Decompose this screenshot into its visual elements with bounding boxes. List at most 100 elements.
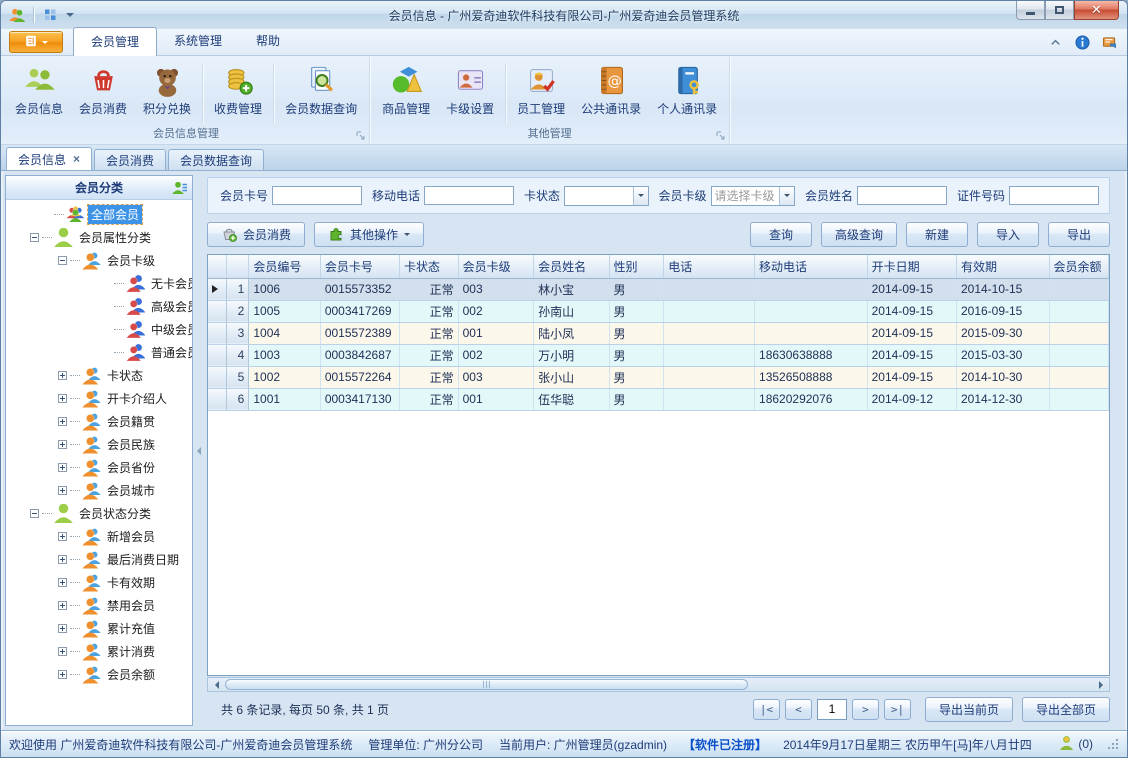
panel-splitter[interactable]: [193, 175, 201, 726]
member-name-input[interactable]: [856, 186, 947, 205]
tree-expander-icon[interactable]: [30, 509, 39, 518]
goods-management-button[interactable]: 商品管理: [374, 60, 438, 127]
member-card-no-input[interactable]: [272, 186, 363, 205]
column-header-card-status[interactable]: 卡状态: [399, 255, 459, 279]
prev-page-button[interactable]: <: [784, 698, 812, 720]
tree-item-member-province[interactable]: 会员省份: [6, 456, 192, 479]
qat-dropdown-icon[interactable]: [66, 13, 74, 21]
card-status-select[interactable]: [564, 185, 649, 206]
column-header-member-no[interactable]: 会员编号: [248, 255, 321, 279]
tree-expander-icon[interactable]: [58, 555, 67, 564]
tree-item-member-city[interactable]: 会员城市: [6, 479, 192, 502]
resize-grip[interactable]: [1107, 738, 1119, 750]
scroll-left-icon[interactable]: [208, 678, 223, 691]
member-data-query-tab[interactable]: 会员数据查询: [168, 149, 265, 170]
page-input[interactable]: [816, 698, 847, 720]
tree-item-member-balance[interactable]: 会员余额: [6, 663, 192, 686]
tree-expander-icon[interactable]: [58, 371, 67, 380]
collapse-ribbon-icon[interactable]: [1048, 35, 1063, 50]
ribbon-tab-system-management[interactable]: 系统管理: [157, 27, 239, 56]
last-page-button[interactable]: >|: [883, 698, 911, 720]
ribbon-tab-help[interactable]: 帮助: [239, 27, 297, 56]
member-data-query-button[interactable]: 会员数据查询: [277, 60, 365, 127]
public-contacts-button[interactable]: @ 公共通讯录: [573, 60, 649, 127]
tree-expander-icon[interactable]: [58, 417, 67, 426]
member-consume-button[interactable]: 会员消费: [71, 60, 135, 127]
maximize-button[interactable]: [1045, 1, 1074, 20]
export-all-pages-button[interactable]: 导出全部页: [1021, 696, 1110, 722]
tree-item-middle-member[interactable]: 中级会员: [6, 318, 192, 341]
scroll-right-icon[interactable]: [1094, 678, 1109, 691]
tree-item-card-validity[interactable]: 卡有效期: [6, 571, 192, 594]
tree-item-all-members[interactable]: 全部会员: [6, 203, 192, 226]
column-header-phone[interactable]: 电话: [663, 255, 756, 279]
horizontal-scrollbar[interactable]: [207, 677, 1110, 692]
tree-item-normal-member[interactable]: 普通会员: [6, 341, 192, 364]
tree-expander-icon[interactable]: [58, 647, 67, 656]
member-info-tab[interactable]: 会员信息 ×: [6, 147, 93, 170]
close-tab-icon[interactable]: ×: [73, 153, 80, 165]
minimize-button[interactable]: [1016, 1, 1045, 20]
table-row[interactable]: 6 1001 0003417130 正常 001 伍华聪男 18620292076 2014-…: [208, 388, 1109, 411]
feedback-icon[interactable]: [1102, 35, 1117, 50]
column-header-card-no[interactable]: 会员卡号: [320, 255, 400, 279]
tree-item-new-members[interactable]: 新增会员: [6, 525, 192, 548]
tree-expander-icon[interactable]: [58, 670, 67, 679]
tree-item-total-recharge[interactable]: 累计充值: [6, 617, 192, 640]
tree-item-member-native-place[interactable]: 会员籍贯: [6, 410, 192, 433]
advanced-query-button[interactable]: 高级查询: [820, 221, 897, 247]
tree-item-card-status[interactable]: 卡状态: [6, 364, 192, 387]
column-header-member-name[interactable]: 会员姓名: [533, 255, 610, 279]
tree-item-member-status-category[interactable]: 会员状态分类: [6, 502, 192, 525]
member-consume-button[interactable]: 会员消费: [207, 221, 306, 247]
tree-item-senior-member[interactable]: 高级会员: [6, 295, 192, 318]
registered-link[interactable]: 【软件已注册】: [683, 736, 767, 753]
member-consume-tab[interactable]: 会员消费: [94, 149, 167, 170]
table-row[interactable]: 5 1002 0015572264 正常 003 张小山男 13526508888 2014-…: [208, 366, 1109, 389]
tree-item-member-attribute-category[interactable]: 会员属性分类: [6, 226, 192, 249]
table-row[interactable]: 1 1006 0015573352 正常 003 林小宝男 2014-09-15 2014-1…: [208, 278, 1109, 301]
tree-expander-icon[interactable]: [58, 601, 67, 610]
tree-expander-icon[interactable]: [58, 624, 67, 633]
tree-expander-icon[interactable]: [58, 578, 67, 587]
tree-item-member-card-level[interactable]: 会员卡级: [6, 249, 192, 272]
fee-management-button[interactable]: 收费管理: [206, 60, 270, 127]
table-row[interactable]: 4 1003 0003842687 正常 002 万小明男 18630638888 2014-…: [208, 344, 1109, 367]
layout-grid-icon[interactable]: [42, 7, 58, 23]
tree-item-disabled-members[interactable]: 禁用会员: [6, 594, 192, 617]
tree-expander-icon[interactable]: [58, 532, 67, 541]
dialog-launcher-icon[interactable]: [715, 130, 726, 141]
tree-item-last-consume-date[interactable]: 最后消费日期: [6, 548, 192, 571]
tree-item-total-consume[interactable]: 累计消费: [6, 640, 192, 663]
member-info-button[interactable]: 会员信息: [7, 60, 71, 127]
first-page-button[interactable]: |<: [752, 698, 780, 720]
dropdown-button[interactable]: [778, 186, 794, 205]
dialog-launcher-icon[interactable]: [355, 130, 366, 141]
table-row[interactable]: 3 1004 0015572389 正常 001 陆小凤男 2014-09-15 2015-0…: [208, 322, 1109, 345]
card-level-settings-button[interactable]: 卡级设置: [438, 60, 502, 127]
staff-management-button[interactable]: 员工管理: [509, 60, 573, 127]
ribbon-tab-member-management[interactable]: 会员管理: [73, 27, 158, 56]
member-card-level-select[interactable]: 请选择卡级: [710, 185, 795, 206]
query-button[interactable]: 查询: [749, 221, 812, 247]
export-button[interactable]: 导出: [1048, 221, 1110, 247]
tree-expander-icon[interactable]: [58, 256, 67, 265]
mobile-phone-input[interactable]: [424, 186, 515, 205]
column-header-gender[interactable]: 性别: [609, 255, 665, 279]
tree-expander-icon[interactable]: [58, 486, 67, 495]
next-page-button[interactable]: >: [851, 698, 879, 720]
tree-settings-icon[interactable]: [172, 180, 188, 196]
column-header-card-level[interactable]: 会员卡级: [458, 255, 535, 279]
personal-contacts-button[interactable]: 个人通讯录: [649, 60, 725, 127]
info-icon[interactable]: [1075, 35, 1090, 50]
import-button[interactable]: 导入: [977, 221, 1039, 247]
column-header-open-date[interactable]: 开卡日期: [867, 255, 957, 279]
tree-expander-icon[interactable]: [30, 233, 39, 242]
tree-item-member-ethnicity[interactable]: 会员民族: [6, 433, 192, 456]
tree-expander-icon[interactable]: [58, 394, 67, 403]
tree-expander-icon[interactable]: [58, 440, 67, 449]
id-number-input[interactable]: [1009, 186, 1099, 205]
column-header-valid-until[interactable]: 有效期: [956, 255, 1050, 279]
points-exchange-button[interactable]: 积分兑换: [135, 60, 199, 127]
tree-item-card-introducer[interactable]: 开卡介绍人: [6, 387, 192, 410]
